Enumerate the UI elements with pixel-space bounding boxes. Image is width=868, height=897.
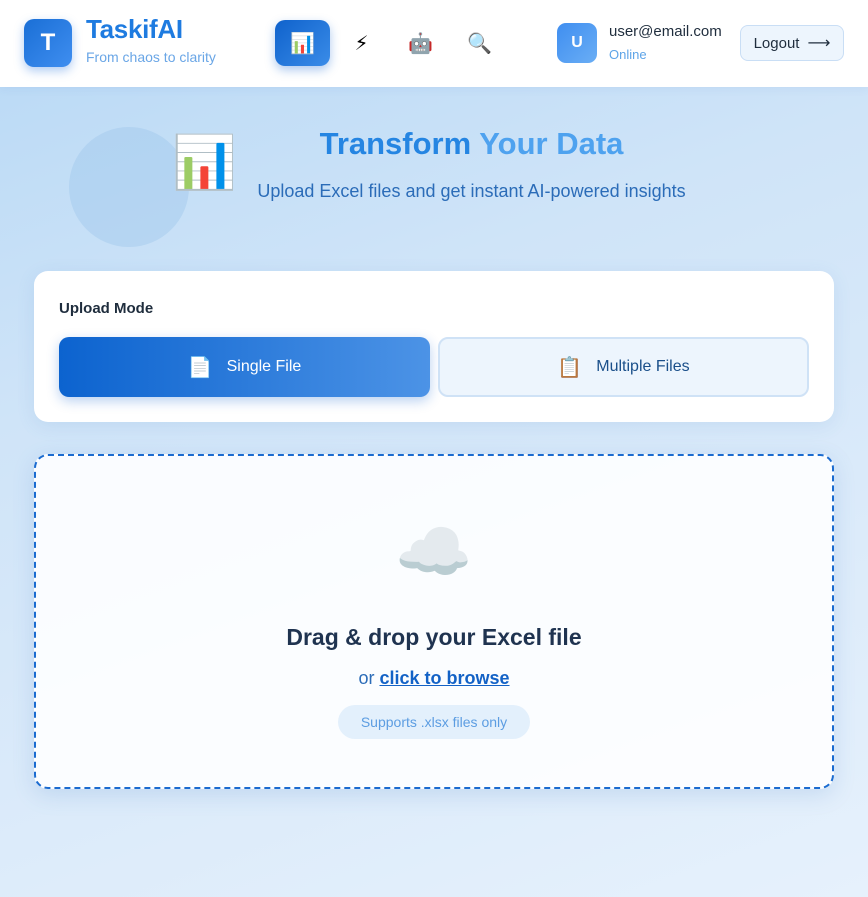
lightning-icon: ⚡ — [354, 32, 369, 55]
nav-automation-button[interactable]: ⚡ — [334, 20, 389, 66]
top-header: T TaskifAI From chaos to clarity 📊 ⚡ 🤖 🔍… — [0, 0, 868, 87]
dropzone-or-text: or — [358, 668, 375, 688]
dropzone-browse-line: or click to browse — [36, 668, 832, 689]
multiple-files-mode-button[interactable]: 📋 Multiple Files — [438, 337, 809, 397]
single-file-label: Single File — [226, 358, 302, 375]
user-status: Online — [609, 47, 647, 62]
cloud-upload-icon: ☁️ — [395, 518, 473, 587]
brand-tagline: From chaos to clarity — [86, 49, 216, 65]
logo-badge[interactable]: T — [24, 19, 72, 67]
file-dropzone[interactable]: ☁️ Drag & drop your Excel file or click … — [34, 454, 834, 789]
browse-link[interactable]: click to browse — [379, 668, 509, 688]
bar-chart-icon: 📊 — [290, 32, 315, 55]
upload-mode-card: Upload Mode 📄 Single File 📋 Multiple Fil… — [34, 271, 834, 422]
nav-search-button[interactable]: 🔍 — [452, 20, 507, 66]
logout-label: Logout — [753, 34, 800, 52]
dropzone-title: Drag & drop your Excel file — [286, 624, 582, 650]
nav-analytics-button[interactable]: 📊 — [275, 20, 330, 66]
arrow-right-icon: ⟶ — [807, 35, 831, 52]
document-icon: 📄 — [187, 356, 213, 379]
single-file-mode-button[interactable]: 📄 Single File — [59, 337, 430, 397]
brand-name: TaskifAI — [86, 14, 183, 44]
upload-mode-label: Upload Mode — [59, 300, 154, 317]
user-avatar[interactable]: U — [557, 23, 597, 63]
hero-title-part2: Your Data — [479, 126, 624, 161]
robot-icon: 🤖 — [408, 32, 433, 55]
user-email: user@email.com — [609, 23, 722, 40]
hero-title-part1: Transform — [319, 126, 472, 161]
logout-button[interactable]: Logout ⟶ — [740, 25, 844, 61]
clipboard-icon: 📋 — [557, 356, 583, 379]
nav-ai-assistant-button[interactable]: 🤖 — [393, 20, 448, 66]
supported-format-badge: Supports .xlsx files only — [338, 705, 530, 739]
search-icon: 🔍 — [467, 32, 492, 55]
hero-title: Transform Your Data — [0, 126, 868, 162]
hero-subtitle: Upload Excel files and get instant AI-po… — [257, 181, 686, 201]
multiple-files-label: Multiple Files — [596, 358, 690, 375]
